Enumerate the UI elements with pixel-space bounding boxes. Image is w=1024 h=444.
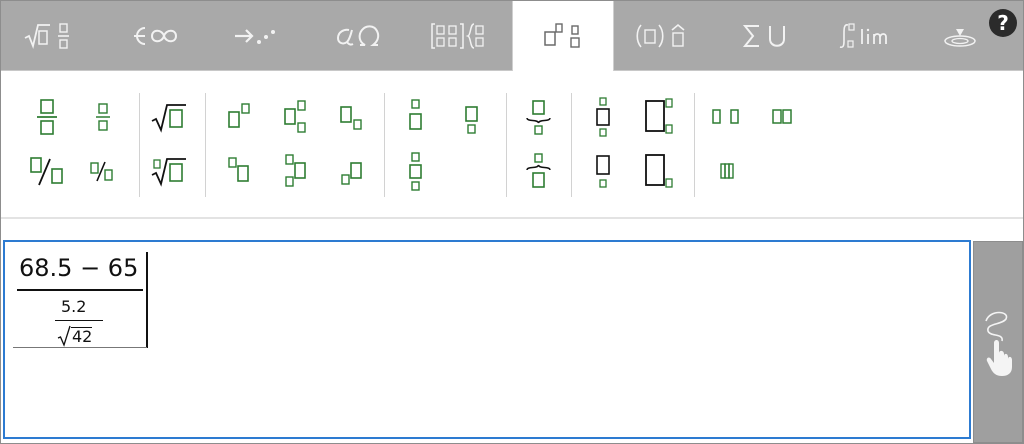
inner-fraction-numerator: 5.2 [61, 297, 87, 316]
palette-superscript-button[interactable] [219, 95, 263, 139]
column-boxes-icon [720, 163, 734, 179]
pre-subscript-icon [341, 162, 362, 185]
big-operator-sub-icon [645, 154, 673, 188]
palette-spaced-boxes-button[interactable] [705, 95, 749, 139]
subscript-icon [340, 106, 362, 130]
matrix-brace-icon [431, 22, 484, 49]
pre-superscript-subscript-icon [285, 154, 306, 187]
fraction-numerator: 68.5 − 65 [19, 254, 139, 282]
tab-scripts[interactable] [512, 1, 614, 71]
arrow-dots-icon [235, 28, 275, 44]
underbrace-icon [526, 100, 551, 135]
expression-baseline [13, 347, 147, 348]
palette-overbrace-button[interactable] [516, 149, 560, 193]
tab-handwriting[interactable] [931, 1, 991, 70]
tab-big-operators[interactable] [715, 1, 817, 70]
parenthesis-hat-icon [636, 23, 685, 48]
palette-big-sup-sub-button[interactable] [637, 95, 681, 139]
integral-limit-icon [839, 22, 887, 48]
tab-greek[interactable] [307, 1, 409, 70]
tab-brackets-accents[interactable] [613, 1, 715, 70]
palette-divider [694, 93, 695, 197]
big-operator-over-under-icon [596, 97, 610, 137]
pre-superscript-icon [228, 157, 249, 182]
palette-divider [506, 93, 507, 197]
handwriting-button[interactable] [973, 241, 1023, 443]
overscript-icon [409, 99, 422, 130]
help-label: ? [997, 11, 1009, 35]
palette-fraction-button[interactable] [25, 95, 69, 139]
palette-divider [384, 93, 385, 197]
palette-big-under-button[interactable] [581, 149, 625, 193]
palette-small-fraction-button[interactable] [81, 95, 125, 139]
palette-slash-fraction-button[interactable] [25, 149, 69, 193]
palette-underbrace-button[interactable] [516, 95, 560, 139]
overbrace-icon [526, 153, 551, 188]
fraction-bar [17, 289, 143, 291]
sqrt-icon [151, 104, 186, 133]
tab-fractions-roots[interactable] [1, 1, 103, 70]
tab-sets-infinity[interactable] [103, 1, 205, 70]
help-button[interactable]: ? [989, 9, 1017, 37]
slash-fraction-icon [30, 157, 63, 186]
adjacent-boxes-icon [772, 109, 792, 124]
palette-divider [139, 93, 140, 197]
palette-pre-subscript-button[interactable] [331, 149, 375, 193]
palette-big-sub-button[interactable] [637, 149, 681, 193]
palette-column-boxes-button[interactable] [705, 149, 749, 193]
palette-big-over-under-button[interactable] [581, 95, 625, 139]
symbol-tab-bar: ? [1, 1, 1023, 71]
underscript-icon [465, 106, 478, 134]
palette-overscript-button[interactable] [393, 95, 437, 139]
handwriting-hand-icon [985, 311, 1012, 376]
nth-root-icon [151, 158, 186, 187]
palette-underscript-button[interactable] [449, 95, 493, 139]
superscript-icon [228, 103, 250, 128]
palette-over-underscript-button[interactable] [393, 149, 437, 193]
sqrt-sign-icon [57, 325, 71, 347]
palette-sqrt-button[interactable] [147, 95, 191, 139]
small-fraction-icon [96, 103, 110, 131]
symbol-palette [1, 71, 1023, 219]
palette-adjacent-boxes-button[interactable] [761, 95, 805, 139]
handwriting-stroke-icon [944, 28, 976, 47]
fraction-icon [37, 99, 57, 135]
sqrt-radicand: 42 [71, 327, 93, 346]
math-editor: ? 68.5 − 65 5.2 42 [0, 0, 1024, 444]
math-input-area[interactable]: 68.5 − 65 5.2 42 [3, 240, 971, 439]
palette-nth-root-button[interactable] [147, 149, 191, 193]
sum-union-icon [742, 24, 785, 47]
sqrt-fraction-icon [24, 22, 69, 49]
palette-subscript-button[interactable] [331, 95, 375, 139]
palette-pre-superscript-button[interactable] [219, 149, 263, 193]
spaced-boxes-icon [712, 109, 739, 124]
small-slash-fraction-icon [90, 161, 113, 182]
big-operator-under-icon [596, 155, 610, 188]
palette-sup-sub-button[interactable] [275, 95, 319, 139]
text-cursor [146, 252, 148, 348]
tab-matrices[interactable] [409, 1, 511, 70]
superscript-subscript-icon [544, 23, 580, 48]
big-operator-sup-sub-icon [645, 98, 673, 134]
tab-calculus[interactable] [817, 1, 919, 70]
palette-divider [571, 93, 572, 197]
inner-fraction-bar [55, 320, 103, 321]
element-infinity-icon [134, 26, 178, 45]
over-underscript-icon [409, 152, 422, 191]
tab-arrows-dots[interactable] [205, 1, 307, 70]
superscript-subscript-icon [284, 100, 306, 133]
palette-divider [205, 93, 206, 197]
palette-small-slash-fraction-button[interactable] [81, 149, 125, 193]
greek-letters-icon [336, 24, 380, 46]
palette-pre-sup-sub-button[interactable] [275, 149, 319, 193]
